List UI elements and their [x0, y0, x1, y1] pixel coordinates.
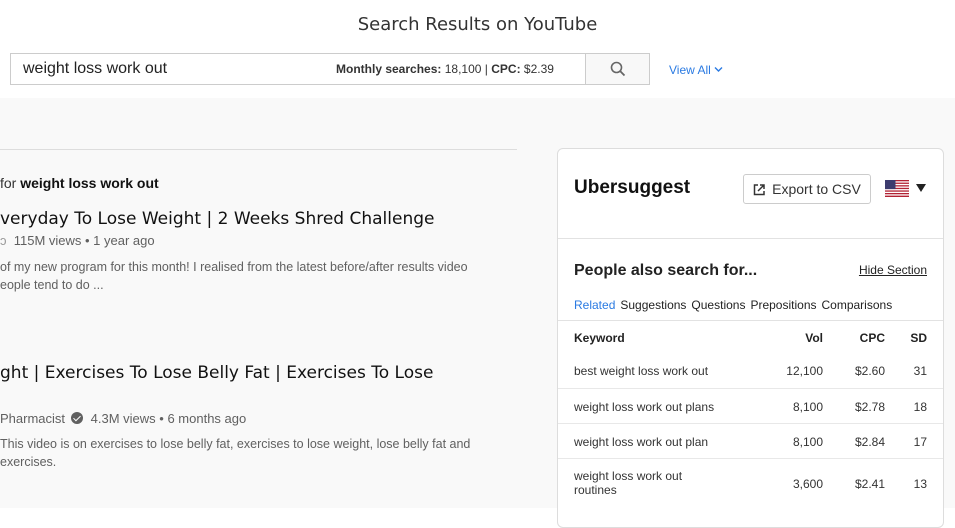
video-desc-2: This video is on exercises to lose belly… [0, 435, 510, 471]
row-sd: 13 [913, 477, 927, 491]
table-row[interactable]: weight loss work out plan 8,100 $2.84 17 [558, 424, 943, 459]
monthly-stats: Monthly searches: 18,100 | CPC: $2.39 [336, 62, 554, 76]
top-bar: Search Results on YouTube Monthly search… [0, 0, 955, 98]
tab-related[interactable]: Related [574, 298, 615, 312]
video-desc-2-line2: exercises. [0, 455, 57, 469]
chevron-down-icon [714, 67, 723, 72]
row-keyword: weight loss work out routines [574, 469, 683, 497]
table-row[interactable]: weight loss work out plans 8,100 $2.78 1… [558, 389, 943, 424]
results-for-prefix: for [0, 175, 17, 191]
table-row[interactable]: best weight loss work out 12,100 $2.60 3… [558, 353, 943, 389]
row-cpc: $2.41 [854, 477, 885, 491]
page-title: Search Results on YouTube [357, 14, 598, 35]
video-views-1: 115M views • 1 year ago [13, 233, 155, 248]
ubersuggest-panel: Ubersuggest Export to CSV People also se… [557, 148, 944, 528]
col-sd: SD [910, 331, 927, 345]
video-desc-2-line1: This video is on exercises to lose belly… [0, 437, 471, 451]
table-row[interactable]: weight loss work out routines 3,600 $2.4… [558, 459, 943, 507]
search-icon [610, 61, 625, 77]
video-views-2: 4.3M views • 6 months ago [90, 411, 247, 426]
view-all-label: View All [669, 63, 711, 77]
results-for-heading: for weight loss work out [0, 175, 159, 191]
video-meta-1: ɔ 115M views • 1 year ago [0, 233, 155, 248]
panel-divider [558, 238, 943, 239]
tab-suggestions[interactable]: Suggestions [620, 298, 686, 312]
verified-icon [71, 412, 84, 424]
tab-comparisons[interactable]: Comparisons [822, 298, 893, 312]
row-keyword: best weight loss work out [574, 364, 709, 378]
table-divider [558, 320, 943, 321]
search-button[interactable] [585, 54, 649, 84]
export-icon [753, 183, 765, 195]
view-all-link[interactable]: View All [669, 63, 723, 77]
video-desc-1: of my new program for this month! I real… [0, 258, 510, 294]
monthly-value: 18,100 [444, 62, 482, 76]
cpc-value: $2.39 [523, 62, 554, 76]
col-vol: Vol [805, 331, 823, 345]
search-box: Monthly searches: 18,100 | CPC: $2.39 [10, 53, 650, 85]
row-keyword: weight loss work out plans [574, 400, 715, 414]
row-cpc: $2.78 [854, 400, 885, 414]
export-csv-button[interactable]: Export to CSV [743, 174, 871, 204]
row-vol: 8,100 [792, 435, 823, 449]
results-for-query: weight loss work out [20, 175, 159, 191]
main-area: for weight loss work out veryday To Lose… [0, 98, 955, 528]
video-title-2[interactable]: ght | Exercises To Lose Belly Fat | Exer… [0, 363, 433, 383]
results-divider [0, 149, 517, 150]
row-sd: 31 [913, 364, 927, 378]
tab-questions[interactable]: Questions [691, 298, 745, 312]
row-vol: 3,600 [792, 477, 823, 491]
row-vol: 8,100 [792, 400, 823, 414]
col-keyword: Keyword [574, 331, 625, 345]
row-cpc: $2.60 [854, 364, 885, 378]
row-keyword: weight loss work out plan [574, 435, 709, 449]
row-vol: 12,100 [786, 364, 823, 378]
hide-section-link[interactable]: Hide Section [859, 263, 927, 277]
section-title: People also search for... [574, 262, 758, 279]
export-csv-label: Export to CSV [772, 181, 861, 197]
col-cpc: CPC [859, 331, 885, 345]
video-meta-2: Pharmacist 4.3M views • 6 months ago [0, 411, 246, 426]
us-flag-icon[interactable] [885, 180, 909, 197]
video-desc-1-line1: of my new program for this month! I real… [0, 260, 468, 274]
tab-prepositions[interactable]: Prepositions [750, 298, 816, 312]
video-channel-2[interactable]: Pharmacist [0, 411, 65, 426]
keyword-tabs: Related Suggestions Questions Prepositio… [574, 298, 892, 312]
row-sd: 18 [913, 400, 927, 414]
ubersuggest-brand: Ubersuggest [574, 177, 691, 198]
stats-separator: | [484, 62, 488, 76]
row-sd: 17 [913, 435, 927, 449]
row-cpc: $2.84 [854, 435, 885, 449]
cpc-label: CPC: [491, 62, 521, 76]
monthly-label: Monthly searches: [336, 62, 442, 76]
video-desc-1-line2: eople tend to do ... [0, 278, 104, 292]
caret-down-icon[interactable] [916, 184, 926, 192]
video-title-1[interactable]: veryday To Lose Weight | 2 Weeks Shred C… [0, 209, 434, 229]
